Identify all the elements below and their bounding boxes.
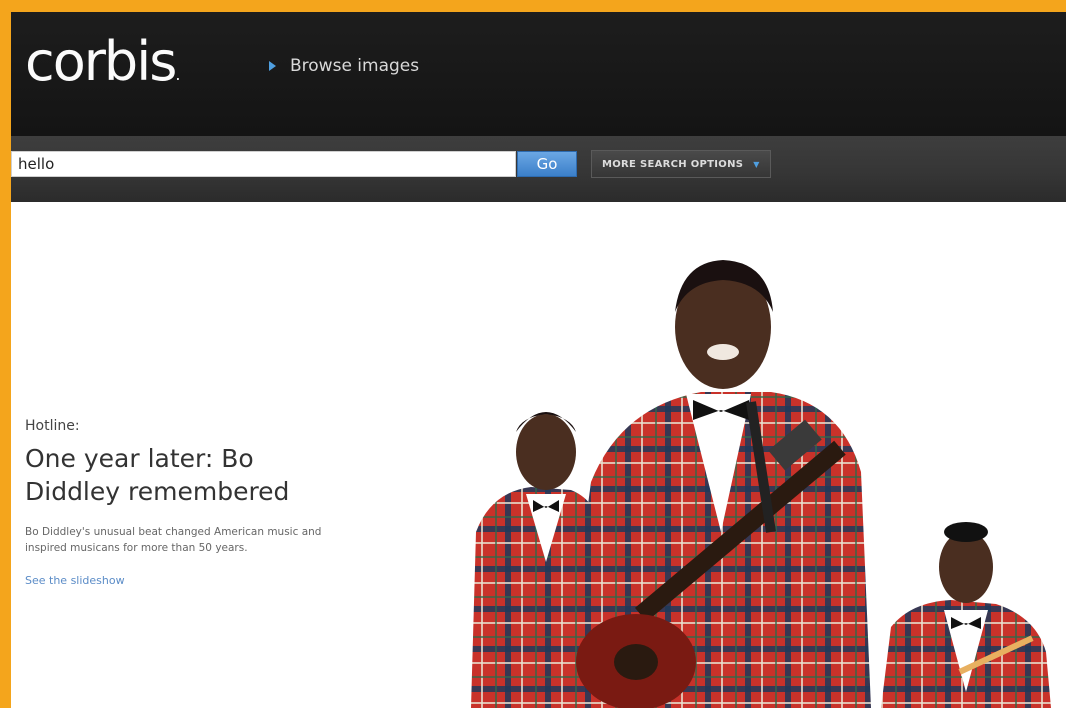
search-bar: Go MORE SEARCH OPTIONS ▼ <box>11 136 1066 202</box>
triangle-right-icon <box>269 61 276 71</box>
page-frame: corbis. Browse images Go MORE SEARCH OPT… <box>11 12 1066 708</box>
more-search-options-button[interactable]: MORE SEARCH OPTIONS ▼ <box>591 150 771 178</box>
logo-dot: . <box>175 65 181 84</box>
more-search-options-label: MORE SEARCH OPTIONS <box>602 158 744 170</box>
browse-images-label: Browse images <box>290 56 420 76</box>
feature-headline[interactable]: One year later: Bo Diddley remembered <box>25 442 355 508</box>
musician-center <box>561 260 871 708</box>
site-header: corbis. Browse images <box>11 12 1066 136</box>
feature-hero: Hotline: One year later: Bo Diddley reme… <box>11 202 1066 708</box>
feature-kicker: Hotline: <box>25 418 80 434</box>
musician-right <box>881 522 1051 708</box>
go-button[interactable]: Go <box>517 151 577 177</box>
search-input[interactable] <box>11 151 516 177</box>
browse-images-link[interactable]: Browse images <box>269 56 419 76</box>
feature-photo[interactable] <box>451 232 1066 708</box>
logo-text: corbis <box>25 30 177 93</box>
feature-description: Bo Diddley's unusual beat changed Americ… <box>25 526 322 554</box>
see-slideshow-link[interactable]: See the slideshow <box>25 574 125 587</box>
corbis-logo[interactable]: corbis. <box>25 30 180 93</box>
chevron-down-icon: ▼ <box>753 159 760 169</box>
